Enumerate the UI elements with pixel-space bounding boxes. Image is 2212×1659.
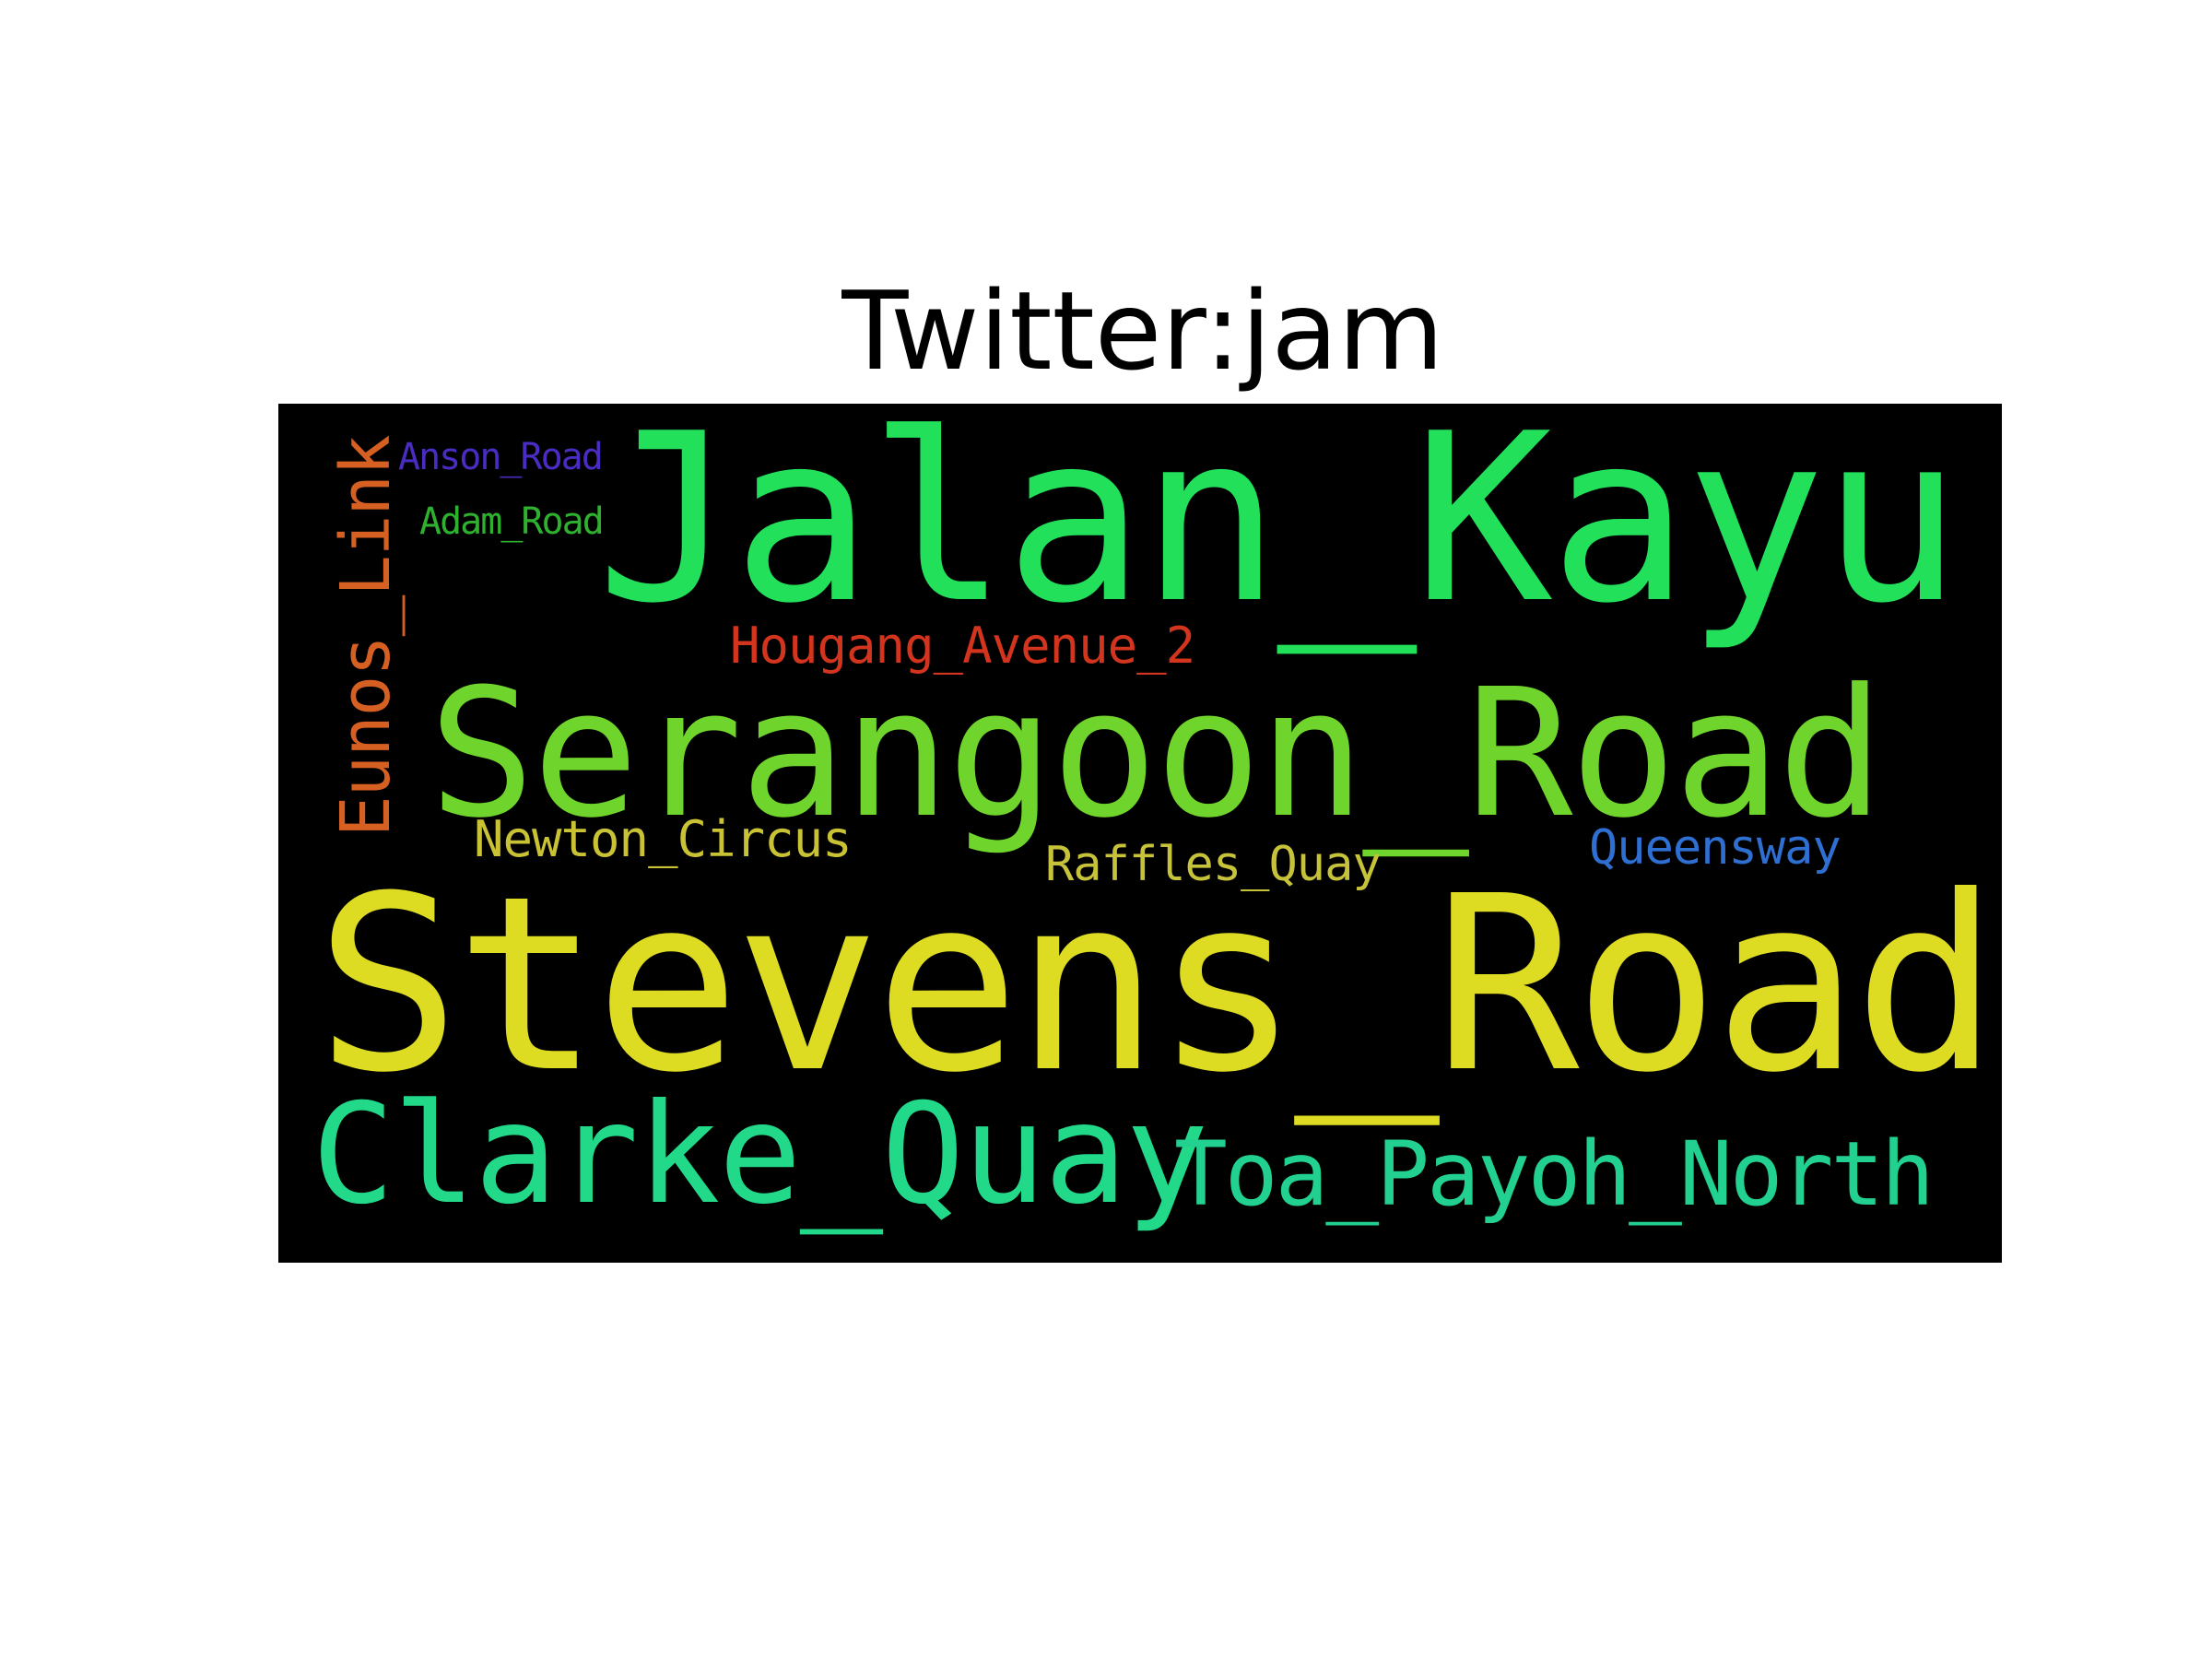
word-stevens-road: Stevens_Road xyxy=(315,844,1999,1125)
word-anson-road: Anson_Road xyxy=(398,436,604,478)
word-cloud: Jalan_Kayu Anson_Road Adam_Road Eunos_Li… xyxy=(278,404,2002,1263)
word-adam-road: Adam_Road xyxy=(419,500,605,543)
word-jalan-kayu: Jalan_Kayu xyxy=(596,404,1961,654)
figure-title: Twitter:jam xyxy=(841,267,1444,394)
word-clarke-quay: Clarke_Quay xyxy=(312,1075,1208,1235)
word-eunos-link: Eunos_Link xyxy=(326,435,406,837)
word-toa-payoh-north: Toa_Payoh_North xyxy=(1174,1123,1935,1226)
